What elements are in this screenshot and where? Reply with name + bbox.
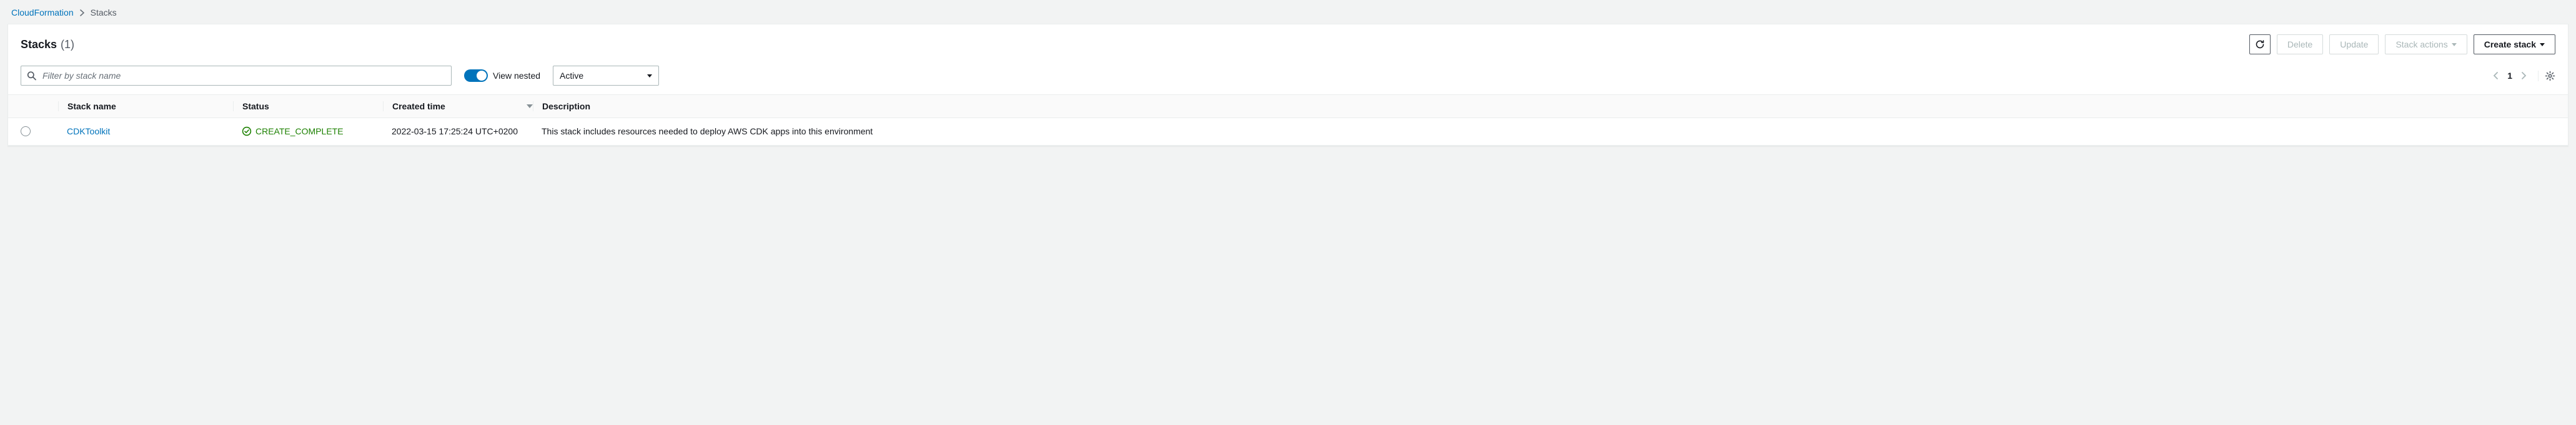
action-buttons: Delete Update Stack actions Create stack [2249,34,2555,54]
th-description[interactable]: Description [533,101,2555,111]
page-next[interactable] [2521,71,2527,80]
view-nested-label: View nested [493,71,540,81]
breadcrumb-root-link[interactable]: CloudFormation [11,8,74,18]
success-icon [242,126,252,136]
status-filter-select[interactable]: Active [553,66,659,86]
toggle-knob [477,71,487,81]
pagination: 1 [2493,71,2555,81]
table-row: CDKToolkit CREATE_COMPLETE 2022-03-15 17… [8,118,2568,146]
status-filter-value: Active [560,71,583,81]
chevron-down-icon [647,74,652,78]
sort-descending-icon [527,104,533,108]
page-prev[interactable] [2493,71,2499,80]
row-select-radio[interactable] [21,126,31,136]
create-stack-button[interactable]: Create stack [2474,34,2555,54]
view-nested-toggle[interactable] [464,69,488,82]
filter-row: View nested Active 1 [8,62,2568,94]
page-number: 1 [2507,71,2512,81]
stack-name-cell: CDKToolkit [58,126,233,136]
search-wrap [21,66,452,86]
th-status[interactable]: Status [233,101,383,111]
stack-filter-input[interactable] [21,66,452,86]
chevron-down-icon [2540,43,2545,46]
update-button[interactable]: Update [2329,34,2379,54]
stack-actions-label: Stack actions [2395,39,2447,49]
stacks-panel: Stacks (1) Delete Update Stack actions C… [7,24,2569,146]
breadcrumb-separator [80,9,84,16]
gear-icon [2545,71,2555,81]
created-time-cell: 2022-03-15 17:25:24 UTC+0200 [383,126,533,138]
th-stack-name[interactable]: Stack name [58,101,233,111]
th-created-time-label: Created time [392,101,445,111]
description-cell: This stack includes resources needed to … [533,126,2555,136]
view-nested-toggle-wrap: View nested [464,69,540,82]
stack-name-link[interactable]: CDKToolkit [67,126,110,136]
status-cell: CREATE_COMPLETE [233,126,383,136]
stack-actions-button[interactable]: Stack actions [2385,34,2467,54]
status-text: CREATE_COMPLETE [255,126,344,136]
row-select-cell [21,126,58,136]
page-title: Stacks [21,38,57,51]
page-title-count: (1) [61,38,74,51]
breadcrumb: CloudFormation Stacks [7,5,2569,24]
settings-button[interactable] [2538,71,2555,81]
search-icon [27,71,36,81]
refresh-icon [2255,39,2265,49]
table-header: Stack name Status Created time Descripti… [8,94,2568,118]
breadcrumb-current: Stacks [91,8,117,18]
create-stack-label: Create stack [2484,39,2536,49]
panel-header: Stacks (1) Delete Update Stack actions C… [8,24,2568,62]
refresh-button[interactable] [2249,34,2271,54]
delete-button[interactable]: Delete [2277,34,2323,54]
chevron-down-icon [2452,43,2457,46]
page-title-wrap: Stacks (1) [21,38,74,51]
th-created-time[interactable]: Created time [383,101,533,111]
